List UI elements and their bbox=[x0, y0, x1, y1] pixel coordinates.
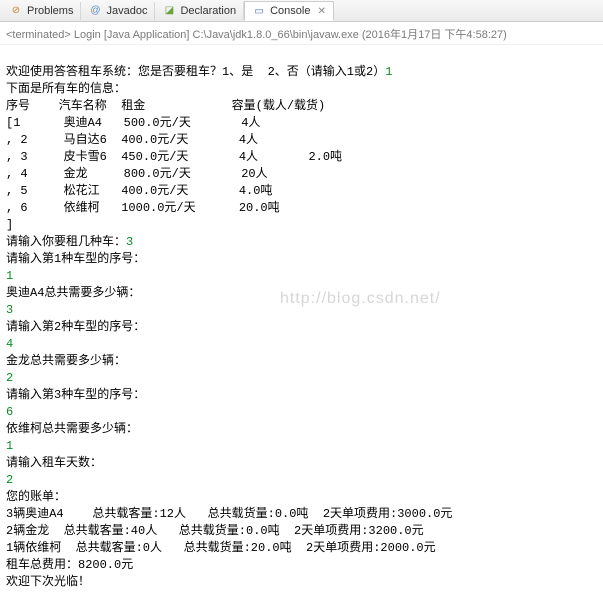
console-line: , 5 松花江 400.0元/天 4.0吨 bbox=[6, 184, 272, 198]
tab-console[interactable]: ▭ Console ✕ bbox=[244, 1, 334, 21]
javadoc-icon: @ bbox=[88, 4, 102, 18]
view-tabs: ⊘ Problems @ Javadoc ◪ Declaration ▭ Con… bbox=[0, 0, 603, 22]
console-line: 请输入第3种车型的序号： bbox=[6, 388, 145, 402]
console-line: 请输入第2种车型的序号： bbox=[6, 320, 145, 334]
console-line: 2辆金龙 总共载客量:40人 总共载货量:0.0吨 2天单项费用:3200.0元 bbox=[6, 524, 424, 538]
console-line: , 2 马自达6 400.0元/天 4人 bbox=[6, 133, 258, 147]
console-line: 奥迪A4总共需要多少辆： bbox=[6, 286, 140, 300]
problems-icon: ⊘ bbox=[9, 4, 23, 18]
console-line: 请输入第1种车型的序号： bbox=[6, 252, 145, 266]
console-line: 您的账单： bbox=[6, 490, 66, 504]
console-line: 金龙总共需要多少辆： bbox=[6, 354, 126, 368]
declaration-icon: ◪ bbox=[162, 4, 176, 18]
user-input: 1 bbox=[6, 269, 13, 283]
launch-status: <terminated> Login [Java Application] C:… bbox=[0, 22, 603, 45]
console-line: 序号 汽车名称 租金 容量(载人/载货) bbox=[6, 99, 325, 113]
console-line: 租车总费用：8200.0元 bbox=[6, 558, 133, 572]
user-input: 3 bbox=[6, 303, 13, 317]
console-line: 依维柯总共需要多少辆： bbox=[6, 422, 138, 436]
tab-javadoc[interactable]: @ Javadoc bbox=[81, 2, 155, 20]
tab-label: Declaration bbox=[180, 5, 236, 17]
console-line: 3辆奥迪A4 总共载客量:12人 总共载货量:0.0吨 2天单项费用:3000.… bbox=[6, 507, 452, 521]
console-line: 请输入租车天数： bbox=[6, 456, 102, 470]
user-input: 6 bbox=[6, 405, 13, 419]
console-output: 欢迎使用答答租车系统：您是否要租车？1、是 2、否（请输入1或2）1 下面是所有… bbox=[0, 45, 603, 593]
console-line: 欢迎下次光临！ bbox=[6, 575, 90, 589]
tab-label: Javadoc bbox=[106, 5, 147, 17]
user-input: 2 bbox=[6, 473, 13, 487]
console-line: 下面是所有车的信息： bbox=[6, 82, 126, 96]
tab-problems[interactable]: ⊘ Problems bbox=[2, 2, 81, 20]
console-line: [1 奥迪A4 500.0元/天 4人 bbox=[6, 116, 260, 130]
tab-label: Problems bbox=[27, 5, 73, 17]
user-input: 1 bbox=[385, 65, 392, 79]
console-line: , 3 皮卡雪6 450.0元/天 4人 2.0吨 bbox=[6, 150, 342, 164]
console-line: , 4 金龙 800.0元/天 20人 bbox=[6, 167, 268, 181]
console-line: , 6 依维柯 1000.0元/天 20.0吨 bbox=[6, 201, 280, 215]
user-input: 4 bbox=[6, 337, 13, 351]
console-line: 请输入你要租几种车： bbox=[6, 235, 126, 249]
console-icon: ▭ bbox=[252, 4, 266, 18]
user-input: 1 bbox=[6, 439, 13, 453]
console-line: 欢迎使用答答租车系统：您是否要租车？1、是 2、否（请输入1或2） bbox=[6, 65, 385, 79]
user-input: 3 bbox=[126, 235, 133, 249]
tab-label: Console bbox=[270, 5, 310, 17]
tab-declaration[interactable]: ◪ Declaration bbox=[155, 2, 244, 20]
console-line: ] bbox=[6, 218, 13, 232]
close-icon[interactable]: ✕ bbox=[317, 6, 325, 17]
user-input: 2 bbox=[6, 371, 13, 385]
